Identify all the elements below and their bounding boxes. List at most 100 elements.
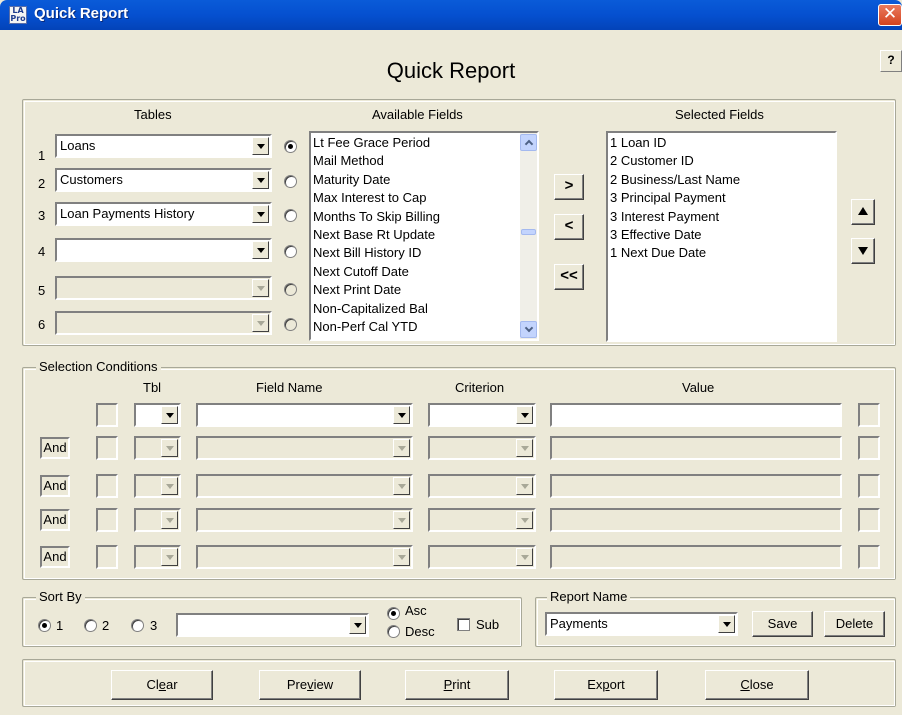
condition-criterion-select [428,436,536,460]
condition-close-paren-box [858,508,880,532]
sort-field-select[interactable] [176,613,369,637]
close-button[interactable]: Close [705,670,809,700]
condition-open-paren-box[interactable] [96,403,118,427]
condition-value-input[interactable] [550,403,842,427]
sort-asc-label: Asc [405,603,427,618]
list-item[interactable]: 3 Interest Payment [608,208,835,226]
chevron-down-icon[interactable] [161,406,178,424]
table-row-number: 4 [38,244,46,259]
sort-option-2-radio[interactable] [84,619,97,632]
print-button[interactable]: Print [405,670,509,700]
selected-fields-list[interactable]: 1 Loan ID 2 Customer ID 2 Business/Last … [606,131,837,342]
list-item[interactable]: Next Cutoff Date [311,263,520,281]
table-5-select [55,276,272,300]
list-item[interactable]: Maturity Date [311,171,520,189]
move-down-button[interactable] [851,238,875,264]
remove-all-fields-button[interactable]: << [554,264,584,290]
and-label: And [40,475,70,497]
report-name-select[interactable]: Payments [545,612,738,636]
condition-criterion-select [428,474,536,498]
delete-report-button[interactable]: Delete [824,611,885,637]
triangle-up-icon [858,207,868,215]
condition-close-paren-box [858,436,880,460]
sort-option-1-radio[interactable] [38,619,51,632]
condition-criterion-select[interactable] [428,403,536,427]
field-name-header: Field Name [256,380,323,395]
close-window-button[interactable]: ✕ [878,4,902,26]
chevron-down-icon[interactable] [252,137,269,155]
table-1-select[interactable]: Loans [55,134,272,158]
table-4-radio[interactable] [284,245,297,258]
chevron-down-icon[interactable] [393,406,410,424]
sub-checkbox[interactable] [457,618,470,631]
chevron-down-icon [516,439,533,457]
clear-button[interactable]: Clear [111,670,213,700]
export-button[interactable]: Export [554,670,658,700]
condition-row: And [0,436,902,464]
available-fields-scrollbar[interactable] [520,133,537,339]
close-icon: ✕ [882,4,898,24]
chevron-down-icon [252,279,269,297]
list-item[interactable]: Lt Fee Grace Period [311,134,520,152]
scroll-down-button[interactable] [520,321,537,338]
chevron-down-icon[interactable] [718,615,735,633]
condition-field-select [196,474,413,498]
condition-value-input [550,436,842,460]
table-3-radio[interactable] [284,209,297,222]
condition-tbl-select [134,545,181,569]
list-item[interactable]: 1 Next Due Date [608,244,835,262]
chevron-down-icon [393,477,410,495]
chevron-down-icon[interactable] [252,205,269,223]
condition-field-select[interactable] [196,403,413,427]
chevron-up-icon [524,139,533,149]
condition-close-paren-box[interactable] [858,403,880,427]
available-fields-list[interactable]: Lt Fee Grace Period Mail Method Maturity… [309,131,539,341]
and-label: And [40,437,70,459]
table-3-value: Loan Payments History [60,206,195,221]
list-item[interactable]: Mail Method [311,152,520,170]
selected-fields-label: Selected Fields [675,107,764,122]
scroll-thumb[interactable] [521,229,536,235]
chevron-down-icon [393,548,410,566]
sort-option-3-radio[interactable] [131,619,144,632]
sort-option-label: 2 [102,618,110,633]
list-item[interactable]: Max Interest to Cap [311,189,520,207]
add-field-button[interactable]: > [554,174,584,200]
preview-button[interactable]: Preview [259,670,361,700]
title-bar: LA Pro Quick Report [0,0,902,30]
list-item[interactable]: Next Print Date [311,281,520,299]
list-item[interactable]: Next Bill History ID [311,244,520,262]
chevron-down-icon [393,439,410,457]
list-item[interactable]: Non-Capitalized Bal [311,300,520,318]
list-item[interactable]: 2 Business/Last Name [608,171,835,189]
table-3-select[interactable]: Loan Payments History [55,202,272,226]
condition-field-select [196,508,413,532]
scroll-up-button[interactable] [520,134,537,151]
list-item[interactable]: Next Base Rt Update [311,226,520,244]
chevron-down-icon[interactable] [252,241,269,259]
list-item[interactable]: 3 Effective Date [608,226,835,244]
move-up-button[interactable] [851,199,875,225]
sort-desc-radio[interactable] [387,625,400,638]
condition-open-paren-box [96,508,118,532]
table-5-radio [284,283,297,296]
table-2-radio[interactable] [284,175,297,188]
chevron-down-icon[interactable] [516,406,533,424]
chevron-down-icon[interactable] [252,171,269,189]
list-item[interactable]: Non-Perf Cal YTD [311,318,520,336]
table-1-radio[interactable] [284,140,297,153]
condition-row: And [0,474,902,502]
list-item[interactable]: 2 Customer ID [608,152,835,170]
table-2-select[interactable]: Customers [55,168,272,192]
sort-asc-radio[interactable] [387,607,400,620]
chevron-down-icon[interactable] [349,616,366,634]
remove-field-button[interactable]: < [554,214,584,240]
list-item[interactable]: Months To Skip Billing [311,208,520,226]
list-item[interactable]: 1 Loan ID [608,134,835,152]
table-4-select[interactable] [55,238,272,262]
table-row-number: 2 [38,176,46,191]
list-item[interactable]: 3 Principal Payment [608,189,835,207]
help-button[interactable]: ? [880,50,902,72]
save-report-button[interactable]: Save [752,611,813,637]
condition-tbl-select[interactable] [134,403,181,427]
